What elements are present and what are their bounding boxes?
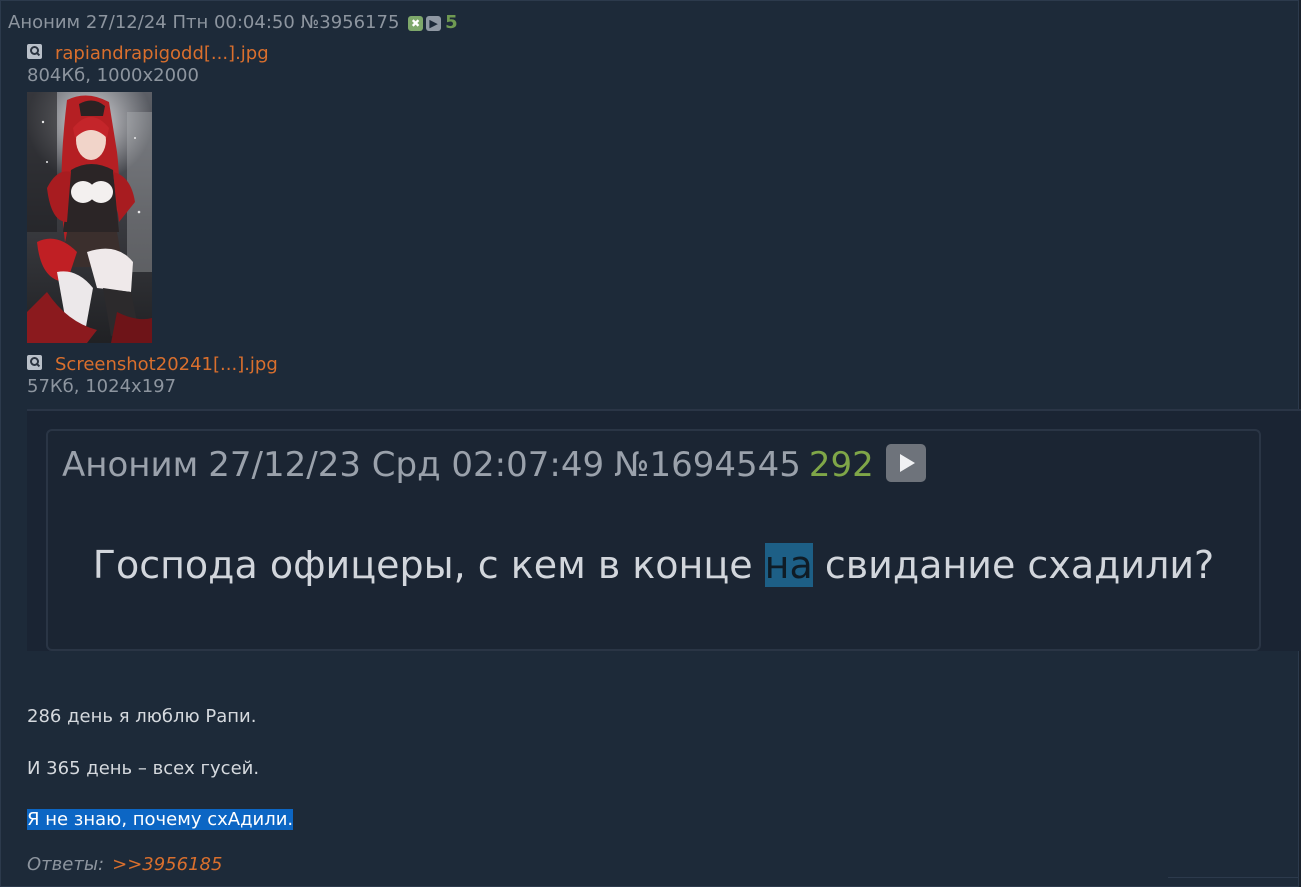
reply-count: 5 [445,12,458,33]
answers-label: Ответы: [27,854,105,875]
answer-link[interactable]: >>3956185 [112,854,222,875]
screenshot-text-start: Господа офицеры, с кем в конце [92,543,765,587]
message-line-2: И 365 день – всех гусей. [27,758,260,779]
post-date: 27/12/24 Птн 00:04:50 [85,12,295,33]
divider [1168,877,1298,878]
image-thumbnail-1[interactable] [27,92,152,343]
play-icon[interactable]: ▶ [426,15,442,31]
post-header: Аноним 27/12/24 Птн 00:04:50 №3956175 ✖ ▶… [8,11,458,35]
magnify-icon[interactable] [27,44,42,59]
file-info-1: rapiandrapigodd[...].jpg 804Кб, 1000x200… [27,43,269,87]
screenshot-author: Аноним [62,445,199,485]
file-meta-1: 804Кб, 1000x2000 [27,65,199,86]
screenshot-post-header: Аноним 27/12/23 Срд 02:07:49 №1694545 292 [62,443,926,486]
selected-text: Я не знаю, почему схАдили. [27,809,294,830]
anime-girl-illustration [27,92,152,343]
message-line-1: 286 день я люблю Рапи. [27,706,257,727]
post-author: Аноним [8,12,81,33]
screenshot-post-text: Господа офицеры, с кем в конце на свидан… [48,541,1259,589]
answers-row: Ответы: >>3956185 [27,852,222,878]
screenshot-quoted-post: Аноним 27/12/23 Срд 02:07:49 №1694545 292 Г… [46,429,1261,651]
screenshot-number: №1694545 [614,445,801,485]
post-number[interactable]: №3956175 [301,12,400,33]
file-meta-2: 57Кб, 1024x197 [27,376,177,397]
message-line-3: Я не знаю, почему схАдили. [27,808,294,832]
post-container: Аноним 27/12/24 Птн 00:04:50 №3956175 ✖ ▶… [0,0,1301,887]
file-link-1[interactable]: rapiandrapigodd[...].jpg [55,43,269,64]
screenshot-text-highlight: на [764,543,813,587]
file-link-2[interactable]: Screenshot20241[...].jpg [55,354,278,375]
play-icon [885,443,926,482]
screenshot-text-end: свидание схадили? [812,543,1215,587]
hide-post-icon[interactable]: ✖ [408,15,424,31]
magnify-icon[interactable] [27,355,42,370]
file-info-2: Screenshot20241[...].jpg 57Кб, 1024x197 [27,354,278,398]
screenshot-date: 27/12/23 Срд 02:07:49 [208,445,605,485]
screenshot-count: 292 [808,445,874,485]
image-thumbnail-2[interactable]: Аноним 27/12/23 Срд 02:07:49 №1694545 292 Г… [27,409,1301,651]
